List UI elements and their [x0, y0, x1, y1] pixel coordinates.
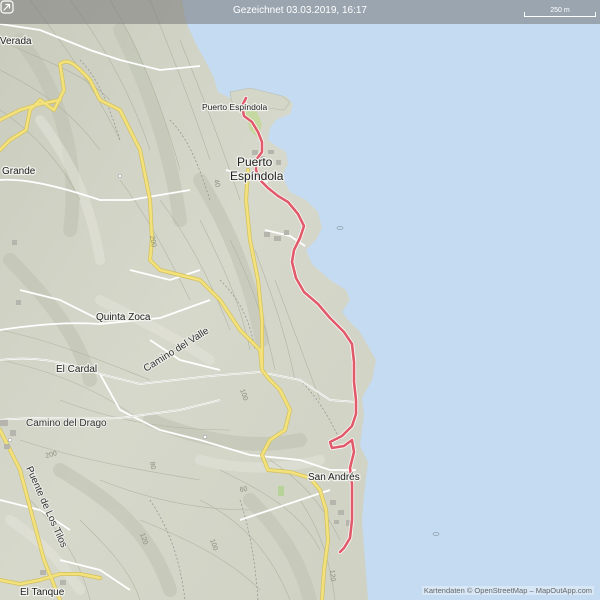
- map-canvas[interactable]: 200 100 40 60 120 80 100 120 200 Puerto …: [0, 0, 600, 600]
- label-puerto: Puerto: [237, 155, 273, 169]
- map-view[interactable]: 200 100 40 60 120 80 100 120 200 Puerto …: [0, 0, 600, 600]
- scale-tick-left: [524, 12, 525, 17]
- map-attribution[interactable]: Kartendaten © OpenStreetMap – MapOutApp.…: [421, 586, 594, 595]
- contour-label-120b: 120: [328, 570, 336, 582]
- scale-line: [524, 16, 596, 17]
- top-bar: Gezeichnet 03.03.2019, 16:17 250 m: [0, 0, 600, 24]
- label-la-verada: La Verada: [0, 36, 32, 47]
- label-camino-del-drago: Camino del Drago: [26, 418, 107, 429]
- label-san-andres: San Andrés: [308, 472, 360, 483]
- label-grande: Grande: [2, 166, 36, 177]
- label-espindola: Espíndola: [230, 169, 284, 183]
- green-patch: [278, 486, 284, 496]
- scale-tick-right: [595, 12, 596, 17]
- label-el-cardal: El Cardal: [56, 364, 97, 375]
- scale-label: 250 m: [550, 7, 570, 14]
- contour-label-60: 60: [239, 486, 248, 494]
- label-puerto-espindola-small: Puerto Espíndola: [202, 102, 267, 112]
- label-el-tanque: El Tanque: [20, 587, 65, 598]
- scale-bar: 250 m: [524, 7, 596, 18]
- contour-label-80: 80: [148, 461, 156, 470]
- label-quinta-zoca: Quinta Zoca: [96, 312, 151, 323]
- recorded-timestamp: Gezeichnet 03.03.2019, 16:17: [233, 5, 367, 16]
